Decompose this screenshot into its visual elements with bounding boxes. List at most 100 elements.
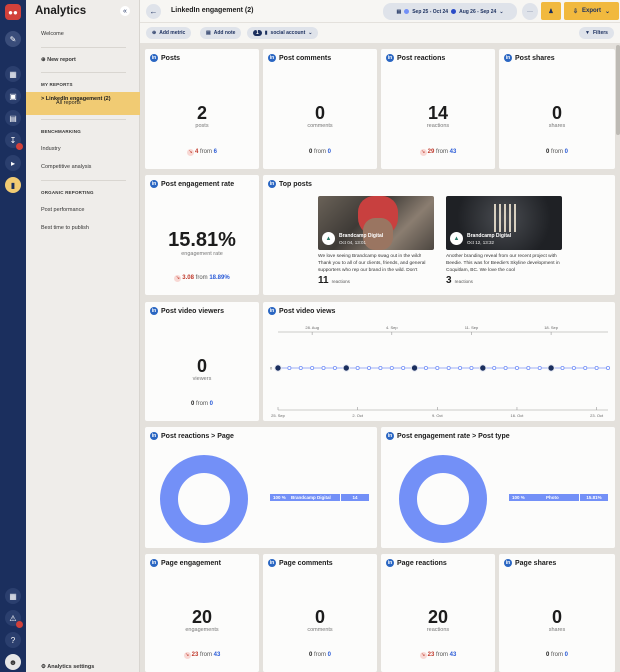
data-point[interactable]	[342, 364, 350, 372]
app-rail: ●● ✎ ▦ ▣ ▤ ↧ ▸ ▮ ▦ ⚠ ? ☻	[0, 0, 26, 672]
data-point[interactable]	[492, 366, 497, 371]
data-point[interactable]	[410, 364, 419, 372]
post-date: Oct 12, 13:32	[467, 240, 495, 245]
data-point[interactable]	[526, 366, 531, 371]
inbox-icon[interactable]: ↧	[5, 132, 23, 150]
data-point[interactable]	[435, 366, 440, 371]
data-point[interactable]	[514, 366, 519, 371]
planner-icon[interactable]: ▦	[5, 66, 21, 82]
compose-icon[interactable]: ✎	[5, 31, 21, 47]
data-point[interactable]	[423, 366, 428, 371]
chevron-down-icon: ⌄	[308, 30, 313, 36]
data-point[interactable]	[401, 366, 406, 371]
date-range-picker[interactable]: ▤ Sep 25 - Oct 24 Aug 26 - Sep 24 ⌄	[383, 3, 517, 20]
social-account-selector[interactable]: 1 ▮ social account ⌄	[247, 27, 319, 39]
metric-previous-value: 0	[327, 651, 332, 658]
analytics-sidebar: Analytics « Welcome ⊕ New report MY REPO…	[26, 0, 140, 672]
analytics-icon[interactable]: ▮	[5, 177, 21, 193]
legend-label-wrap: Brandcamp Digital	[288, 494, 334, 501]
notifications-icon[interactable]: ⚠	[5, 610, 23, 628]
data-point[interactable]	[560, 366, 565, 371]
metric-delta: 0	[190, 400, 195, 407]
data-point[interactable]	[298, 366, 303, 371]
share-button[interactable]: ♟	[541, 2, 561, 20]
compare-range-dot	[451, 9, 457, 14]
data-point[interactable]	[537, 366, 542, 371]
legend-label: Photo	[546, 495, 559, 500]
data-point[interactable]	[287, 366, 292, 371]
top-post[interactable]: ▲ Brandcamp Digital Oct 12, 13:32 Anothe…	[446, 196, 562, 286]
metric-delta: 3.08	[182, 274, 194, 281]
breadcrumb-all-reports[interactable]: All reports	[56, 100, 151, 107]
data-point[interactable]	[547, 364, 555, 372]
data-point[interactable]	[367, 366, 372, 371]
top-post[interactable]: ▲ Brandcamp Digital Oct 04, 13:01 We lov…	[318, 196, 434, 286]
data-point[interactable]	[594, 366, 599, 371]
filters-button[interactable]: ▼ Filters	[579, 27, 614, 39]
sidebar-item-welcome[interactable]: Welcome	[41, 31, 64, 37]
apps-icon[interactable]: ▦	[5, 588, 21, 604]
from-label: from	[436, 651, 448, 658]
organic-reporting-header: ORGANIC REPORTING	[41, 190, 94, 195]
divider	[41, 72, 126, 73]
add-note-button[interactable]: ▤ Add note	[200, 27, 242, 39]
sidebar-item-active-report[interactable]: All reports > LinkedIn engagement (2)	[26, 92, 140, 115]
data-point[interactable]	[571, 366, 576, 371]
donut-slice[interactable]	[399, 455, 487, 543]
data-point[interactable]	[310, 366, 315, 371]
more-options-button[interactable]: ···	[522, 3, 538, 20]
back-button[interactable]: ←	[146, 4, 161, 19]
from-label: from	[551, 148, 563, 155]
metric-value: 0	[314, 607, 325, 628]
from-label: from	[196, 400, 208, 407]
metric-card: in Post shares 0 shares 0 from 0	[499, 49, 615, 169]
data-point[interactable]	[378, 366, 383, 371]
metric-comparison: 0 from 0	[145, 401, 259, 407]
calendar-icon[interactable]: ▤	[5, 110, 21, 126]
post-video-views-card: in Post video views 28. Aug 4. Sep 11. Sep 1…	[263, 302, 615, 421]
analytics-settings-link[interactable]: ⚙ Analytics settings	[41, 664, 94, 670]
collapse-sidebar-button[interactable]: «	[120, 6, 130, 16]
metric-unit: reactions	[426, 123, 450, 129]
data-point[interactable]	[605, 366, 610, 371]
profile-avatar[interactable]: ☻	[5, 654, 21, 670]
sidebar-item-best-time[interactable]: Best time to publish	[41, 225, 89, 231]
export-button[interactable]: ⇩ Export ⌄	[564, 2, 619, 20]
page-scrollbar[interactable]	[616, 45, 620, 135]
metric-value: 0	[551, 103, 562, 123]
download-icon: ⇩	[572, 8, 578, 15]
metric-unit: comments	[307, 627, 333, 634]
data-point[interactable]	[583, 366, 588, 371]
new-report-link[interactable]: ⊕ New report	[41, 57, 76, 63]
metric-delta: 0	[545, 651, 550, 658]
trend-down-icon: ↘	[419, 651, 427, 659]
trend-down-icon: ↘	[419, 148, 427, 156]
data-point[interactable]	[479, 364, 487, 372]
metric-comparison: 0 from 0	[499, 652, 615, 658]
owl-logo-icon[interactable]: ●●	[5, 4, 21, 20]
megaphone-icon[interactable]: ▸	[5, 155, 21, 171]
data-point[interactable]	[389, 366, 394, 371]
metric-comparison: ↘ 3.08 from 18.89%	[145, 274, 259, 282]
sidebar-item-competitive-analysis[interactable]: Competitive analysis	[41, 164, 91, 170]
card-title-text: Page shares	[515, 559, 557, 567]
current-range-dot	[404, 9, 410, 14]
linkedin-icon: in	[504, 54, 512, 62]
analytics-settings-label: Analytics settings	[47, 664, 95, 670]
sidebar-item-post-performance[interactable]: Post performance	[41, 207, 84, 213]
sidebar-item-industry[interactable]: Industry	[41, 146, 61, 152]
data-point[interactable]	[446, 366, 451, 371]
donut-slice[interactable]	[160, 455, 248, 543]
video-views-line-chart: 28. Aug 4. Sep 11. Sep 18. Sep 25. Sep 2. Oct…	[270, 325, 610, 418]
data-point[interactable]	[332, 366, 337, 371]
data-point[interactable]	[355, 366, 360, 371]
dashboard-icon[interactable]: ▣	[5, 88, 21, 104]
help-icon[interactable]: ?	[5, 632, 21, 648]
data-point[interactable]	[458, 366, 463, 371]
card-title-text: Post comments	[279, 54, 332, 62]
data-point[interactable]	[469, 366, 474, 371]
add-metric-button[interactable]: ⊕ Add metric	[146, 27, 192, 39]
data-point[interactable]	[321, 366, 326, 371]
data-point[interactable]	[274, 364, 282, 372]
data-point[interactable]	[503, 366, 508, 371]
